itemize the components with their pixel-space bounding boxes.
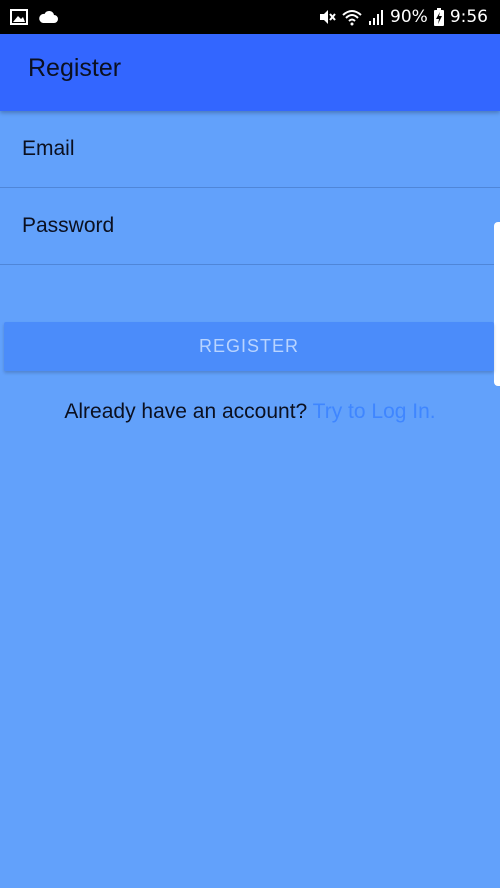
mute-icon xyxy=(320,10,336,24)
email-field-container xyxy=(0,111,500,188)
password-field[interactable] xyxy=(22,210,462,242)
signal-icon xyxy=(369,10,384,25)
login-prompt-text: Already have an account? xyxy=(64,400,313,423)
battery-icon xyxy=(433,8,444,26)
scrollbar-thumb[interactable] xyxy=(494,222,500,386)
status-bar-left xyxy=(10,8,58,26)
password-field-container xyxy=(0,188,500,265)
cloud-icon xyxy=(39,10,58,23)
clock: 9:56 xyxy=(449,7,488,27)
email-field[interactable] xyxy=(22,133,462,165)
status-bar-right: 90% 9:56 xyxy=(318,6,488,28)
register-button[interactable]: REGISTER xyxy=(4,322,494,371)
app-bar: Register xyxy=(0,34,500,111)
status-bar: 90% 9:56 xyxy=(0,0,500,34)
page-title: Register xyxy=(28,54,122,82)
image-icon xyxy=(10,9,28,25)
login-link[interactable]: Try to Log In. xyxy=(313,400,436,423)
wifi-icon xyxy=(342,10,362,26)
battery-percent: 90% xyxy=(390,7,428,27)
login-prompt: Already have an account? Try to Log In. xyxy=(0,400,500,424)
